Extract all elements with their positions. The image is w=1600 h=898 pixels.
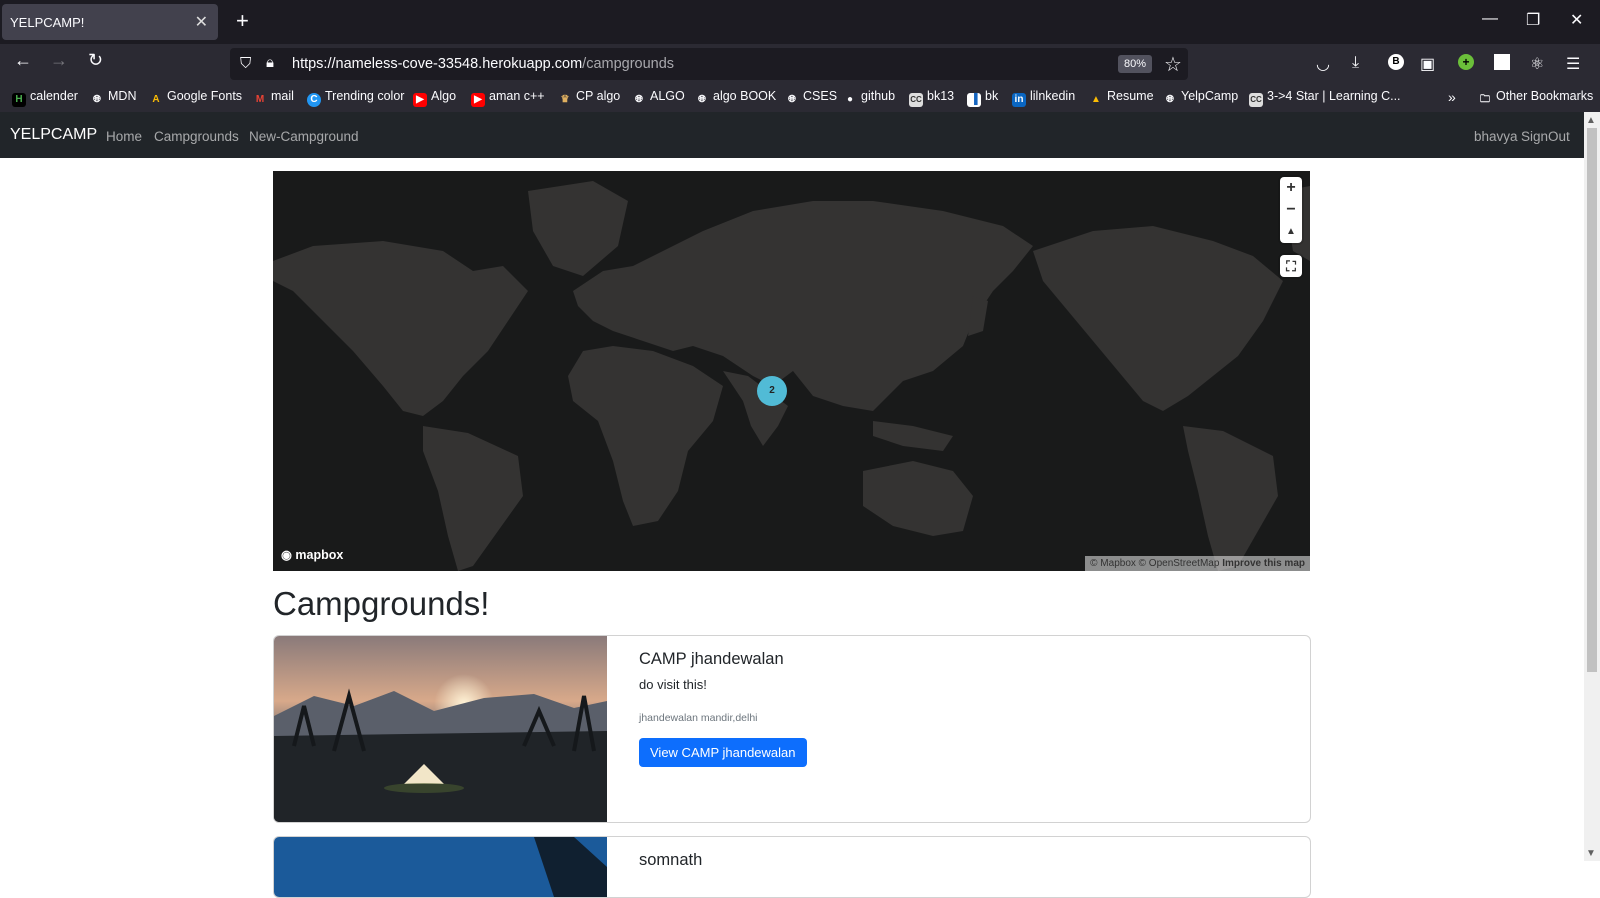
youtube-icon: ▶ [471,93,485,107]
shield-icon[interactable]: ⛉ [240,55,251,72]
globe-icon: 🌐︎ [788,94,796,105]
bookmark-item[interactable]: ▶ aman c++ [471,89,545,107]
cluster-map[interactable]: + − ▲ ⛶ 2 ◉ mapbox © Mapbox © OpenStreet… [273,171,1310,571]
pocket-icon[interactable]: ◡ [1316,54,1330,74]
globe-icon: 🌐︎ [93,94,101,105]
campground-location: jhandewalan mandir,delhi [639,712,758,724]
bookmark-item[interactable]: ▲ Resume [1089,89,1154,107]
nav-username[interactable]: bhavya [1474,129,1518,144]
new-tab-icon[interactable]: + [236,8,249,34]
bookmark-item[interactable]: ▶ Algo [413,89,456,107]
zoom-controls: + − ▲ [1280,177,1302,243]
chart-icon: ▐ [967,93,981,107]
google-fonts-icon: A [152,94,160,105]
campground-card: somnath [273,836,1311,898]
world-land-shapes [273,181,1310,571]
more-bookmarks-icon[interactable]: » [1448,89,1456,105]
window-close-icon[interactable]: ✕ [1570,10,1583,30]
map-cluster-marker[interactable]: 2 [757,376,787,406]
bookmark-item[interactable]: 🌐︎ CSES [785,89,837,107]
bookmark-item[interactable]: ▐ bk [967,89,998,107]
page-title: Campgrounds! [273,585,490,622]
globe-icon: 🌐︎ [635,94,643,105]
bookmark-item[interactable]: CC bk13 [909,89,954,107]
extension-b-icon[interactable]: B [1388,54,1404,70]
campground-card: CAMP jhandewalan do visit this! jhandewa… [273,635,1311,823]
campground-title: CAMP jhandewalan [639,650,784,668]
bookmark-item[interactable]: Mmail [253,89,294,107]
bookmark-item[interactable]: 🌐︎ YelpCamp [1163,89,1238,107]
nav-campgrounds[interactable]: Campgrounds [154,129,239,144]
close-tab-icon[interactable]: ✕ [195,12,208,32]
tab-title: YELPCAMP! [10,15,85,30]
globe-icon: 🌐︎ [1166,94,1174,105]
bookmark-item[interactable]: in lilnkedin [1012,89,1075,107]
calendar-icon: H [12,93,26,107]
mapbox-logo[interactable]: ◉ mapbox [281,547,343,562]
download-icon[interactable]: ⤓ [1352,54,1359,72]
drive-icon: ▲ [1091,94,1101,105]
scroll-up-icon[interactable]: ▲ [1586,115,1596,126]
campground-description: do visit this! [639,677,707,692]
url-text[interactable]: https://nameless-cove-33548.herokuapp.co… [292,56,674,72]
globe-icon: 🌐︎ [698,94,706,105]
site-brand[interactable]: YELPCAMP [10,126,97,144]
extension-glasses-icon[interactable]: ▣ [1420,54,1435,74]
campground-image [274,636,607,822]
bookmark-item[interactable]: CC 3->4 Star | Learning C... [1249,89,1401,107]
minimize-icon[interactable]: — [1482,10,1498,28]
nav-new-campground[interactable]: New-Campground [249,129,359,144]
color-icon: C [307,93,321,107]
github-icon: ● [846,94,854,105]
other-bookmarks[interactable]: 🗀︎ Other Bookmarks [1478,89,1593,107]
bookmark-item[interactable]: 🌐︎ ALGO [632,89,685,107]
nav-home[interactable]: Home [106,129,142,144]
forward-icon[interactable]: → [50,50,68,71]
map-attribution: © Mapbox © OpenStreetMap Improve this ma… [1085,556,1310,571]
menu-icon[interactable]: ☰ [1566,54,1580,74]
restore-icon[interactable]: ❐ [1526,10,1540,30]
view-campground-button[interactable]: View CAMP jhandewalan [639,738,807,767]
codechef-icon: CC [1249,93,1263,107]
linkedin-icon: in [1012,93,1026,107]
zoom-level[interactable]: 80% [1118,55,1152,73]
codechef-icon: CC [909,93,923,107]
fullscreen-icon[interactable]: ⛶ [1280,255,1302,277]
extension-plus-icon[interactable]: + [1458,54,1474,70]
fullscreen-control: ⛶ [1280,255,1302,277]
scrollbar-thumb[interactable] [1587,128,1597,672]
reload-icon[interactable]: ↻ [88,50,103,71]
zoom-in-icon[interactable]: + [1280,177,1302,199]
nav-signout[interactable]: SignOut [1521,129,1570,144]
lock-icon[interactable]: 🔒︎ [266,54,274,71]
zoom-out-icon[interactable]: − [1280,199,1302,221]
browser-tab[interactable]: YELPCAMP! ✕ [2,4,218,40]
bookmark-item[interactable]: 🌐︎ MDN [90,89,136,107]
bookmark-item[interactable]: Hcalender [12,89,78,107]
scroll-down-icon[interactable]: ▼ [1586,848,1596,859]
back-icon[interactable]: ← [14,50,32,71]
bookmark-star-icon[interactable]: ☆ [1164,52,1182,77]
cp-algo-icon: ♛ [560,94,570,105]
extension-react-icon[interactable]: ⚛ [1530,54,1544,74]
bookmark-item[interactable]: ♛ CP algo [558,89,621,107]
mapbox-logo-icon: ◉ [281,548,296,562]
gmail-icon: M [255,94,265,105]
improve-map-link[interactable]: Improve this map [1222,558,1305,569]
bookmark-item[interactable]: ● github [843,89,895,107]
bookmark-item[interactable]: 🌐︎ algo BOOK [695,89,776,107]
extension-color-icon[interactable] [1494,54,1510,70]
youtube-icon: ▶ [413,93,427,107]
bookmark-item[interactable]: A Google Fonts [149,89,242,107]
campground-image [274,837,607,897]
compass-icon[interactable]: ▲ [1280,221,1302,243]
folder-icon: 🗀︎ [1480,94,1490,105]
bookmark-item[interactable]: C Trending color [307,89,404,107]
